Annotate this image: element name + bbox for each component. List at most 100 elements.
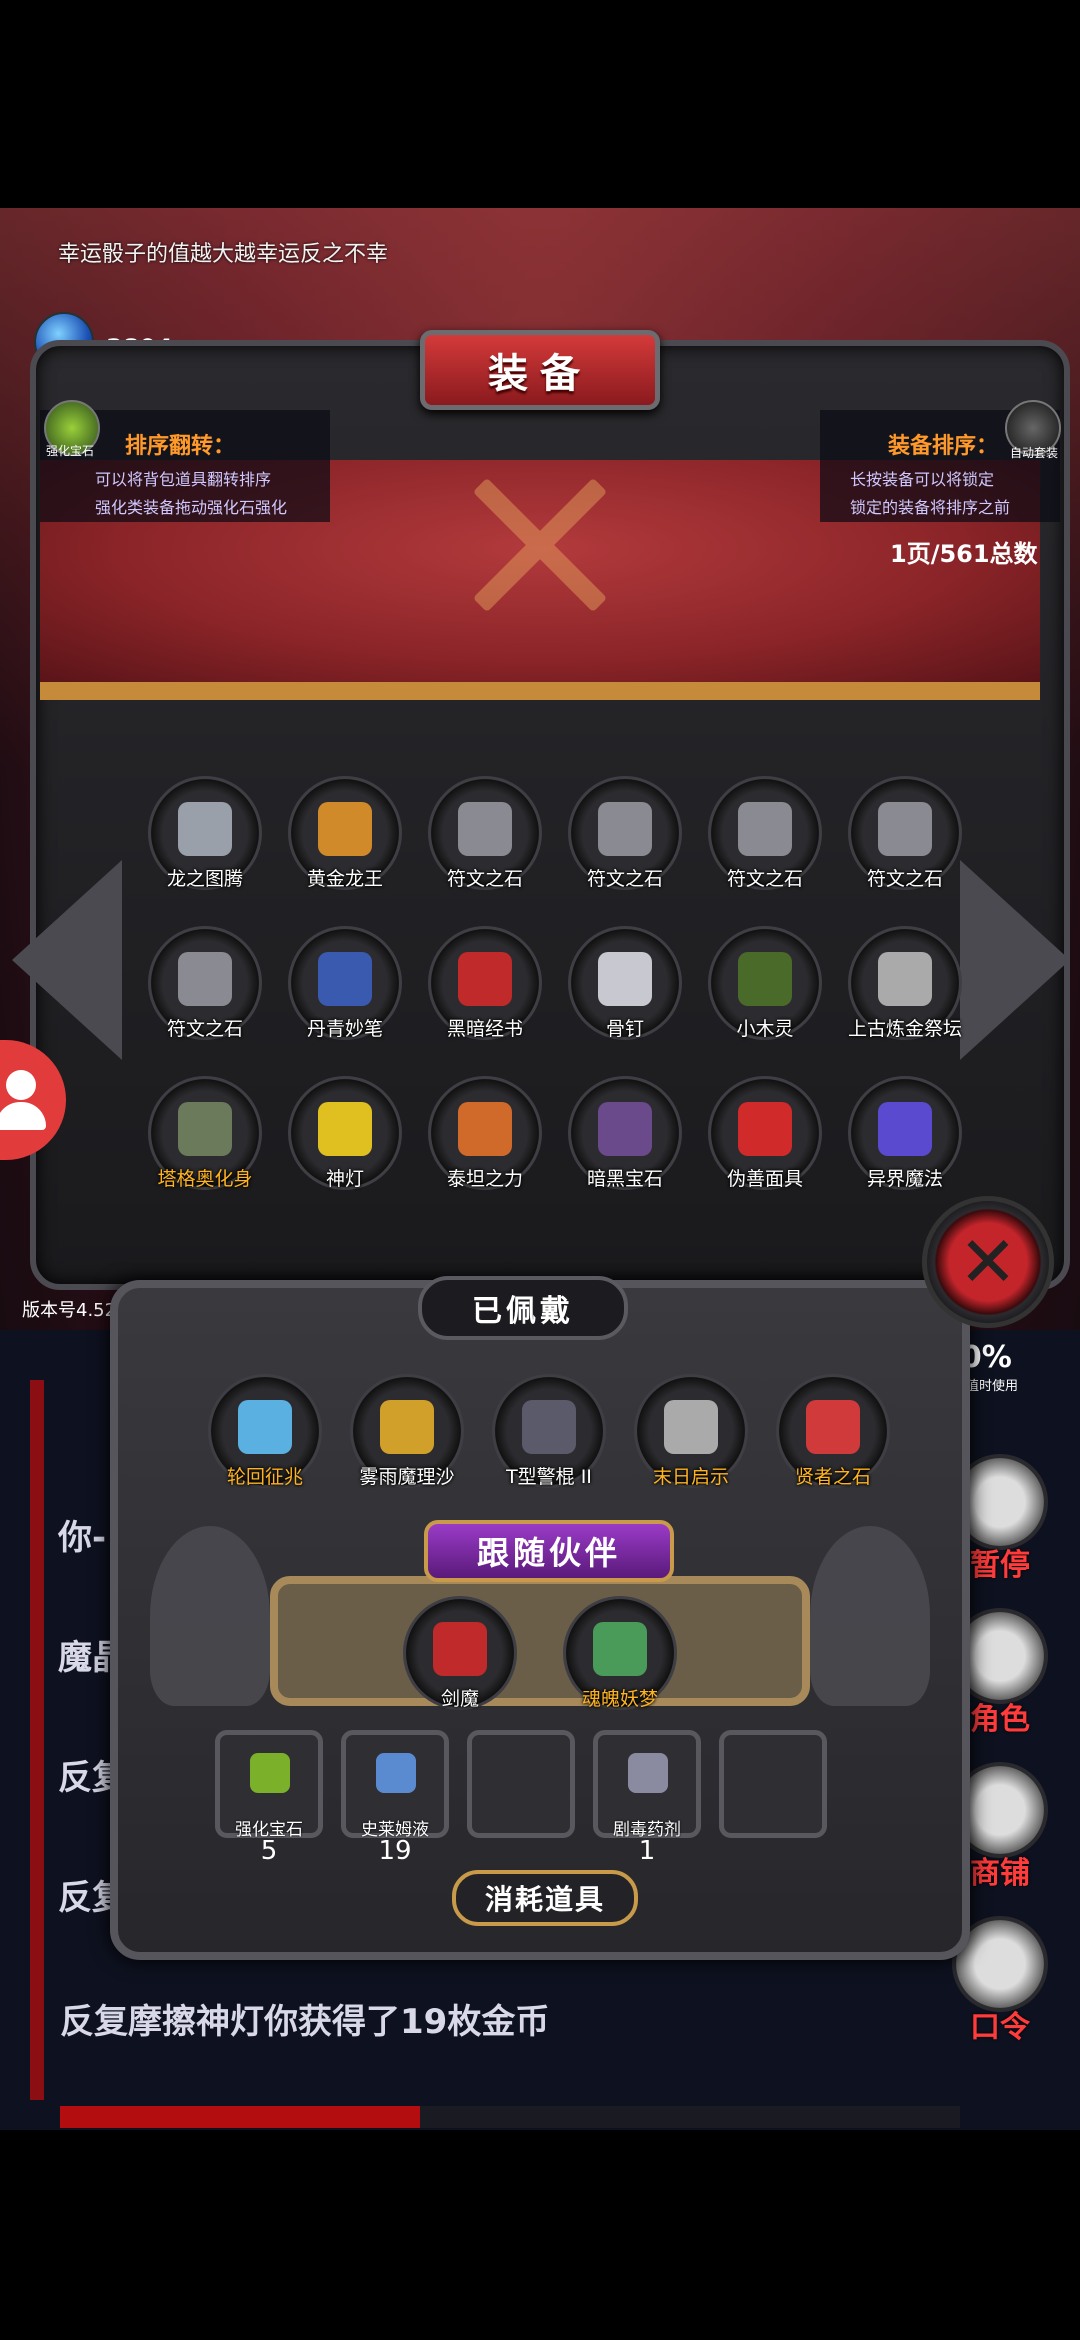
consumable-icon [250, 1753, 290, 1793]
item-icon [318, 802, 372, 856]
log-strip [30, 1380, 44, 2100]
consumable-slot[interactable] [719, 1730, 827, 1838]
item-icon [738, 952, 792, 1006]
inventory-item[interactable]: 符文之石 [140, 922, 270, 1052]
menu-label-code[interactable]: 口令 [952, 2002, 1048, 2046]
item-label: 黑暗经书 [446, 1018, 523, 1040]
item-icon [318, 1102, 372, 1156]
item-icon [598, 1102, 652, 1156]
close-icon: ✕ [958, 1221, 1018, 1303]
hint-icon-label: 自动套装 [1010, 446, 1059, 460]
item-icon [433, 1622, 487, 1676]
worn-item[interactable]: 轮回征兆 [200, 1370, 330, 1500]
inventory-item[interactable]: 龙之图腾 [140, 772, 270, 902]
inventory-item[interactable]: 塔格奥化身 [140, 1072, 270, 1202]
companion-frame [270, 1576, 810, 1706]
item-label: 泰坦之力 [446, 1168, 523, 1190]
item-label: 暗黑宝石 [586, 1168, 663, 1190]
item-icon [593, 1622, 647, 1676]
item-label: 雾雨魔理沙 [359, 1466, 455, 1488]
item-icon [738, 802, 792, 856]
consumable-icon [628, 1753, 668, 1793]
item-icon [380, 1400, 434, 1454]
consumable-count: 1 [638, 1836, 656, 1866]
worn-item[interactable]: T型警棍 II [484, 1370, 614, 1500]
item-label: 小木灵 [736, 1018, 794, 1040]
item-icon [458, 952, 512, 1006]
dragon-statue-icon [810, 1526, 930, 1706]
item-label: 剑魔 [440, 1688, 479, 1710]
consumables-title: 消耗道具 [484, 1883, 605, 1916]
user-icon [6, 1070, 36, 1100]
item-label: 魂魄妖梦 [581, 1688, 658, 1710]
inventory-item[interactable]: 异界魔法 [840, 1072, 970, 1202]
worn-title: 已佩戴 [472, 1294, 574, 1329]
item-icon [598, 802, 652, 856]
close-button[interactable]: ✕ [922, 1196, 1054, 1328]
consumable-icon [376, 1753, 416, 1793]
consumable-count: 19 [378, 1836, 412, 1866]
inventory-item[interactable]: 神灯 [280, 1072, 410, 1202]
item-icon [178, 802, 232, 856]
item-icon [318, 952, 372, 1006]
inventory-item[interactable]: 伪善面具 [700, 1072, 830, 1202]
item-label: 轮回征兆 [226, 1466, 303, 1488]
item-label: 符文之石 [866, 868, 943, 890]
user-icon-body [0, 1102, 46, 1130]
item-icon [878, 952, 932, 1006]
item-label: 伪善面具 [726, 1168, 803, 1190]
companion-item[interactable]: 剑魔 [395, 1592, 525, 1722]
consumable-slot[interactable]: 剧毒药剂 [593, 1730, 701, 1840]
panel-title-plate: 装备 [420, 330, 660, 410]
item-label: T型警棍 II [506, 1466, 592, 1488]
dice-tip: 幸运骰子的值越大越幸运反之不幸 [58, 242, 389, 267]
inventory-item[interactable]: 骨钉 [560, 922, 690, 1052]
item-icon [878, 1102, 932, 1156]
item-icon [522, 1400, 576, 1454]
hint-line: 长按装备可以将锁定 [850, 470, 995, 489]
item-label: 贤者之石 [794, 1466, 871, 1488]
inventory-item[interactable]: 泰坦之力 [420, 1072, 550, 1202]
version-label: 版本号4.52 [22, 1300, 117, 1321]
item-icon [878, 802, 932, 856]
consumable-slot[interactable]: 史莱姆液 [341, 1730, 449, 1840]
companion-title-plate: 跟随伙伴 [424, 1520, 674, 1582]
item-label: 骨钉 [605, 1018, 644, 1040]
worn-item[interactable]: 贤者之石 [768, 1370, 898, 1500]
panel-title: 装备 [488, 351, 592, 397]
item-label: 符文之石 [586, 868, 663, 890]
inventory-item[interactable]: 符文之石 [700, 772, 830, 902]
consumable-slot[interactable]: 强化宝石 [215, 1730, 323, 1840]
hint-line: 可以将背包道具翻转排序 [95, 470, 272, 489]
prev-page-arrow-icon[interactable] [12, 860, 122, 1060]
item-label: 符文之石 [726, 868, 803, 890]
inventory-item[interactable]: 符文之石 [840, 772, 970, 902]
hint-title: 排序翻转： [125, 434, 236, 459]
consumable-count: 5 [260, 1836, 278, 1866]
inventory-item[interactable]: 符文之石 [420, 772, 550, 902]
inventory-item[interactable]: 丹青妙笔 [280, 922, 410, 1052]
item-icon [178, 1102, 232, 1156]
page-count: 1页/561总数 [890, 540, 1038, 568]
inventory-item[interactable]: 黑暗经书 [420, 922, 550, 1052]
worn-item[interactable]: 末日启示 [626, 1370, 756, 1500]
item-label: 上古炼金祭坛 [847, 1018, 962, 1040]
log-line: 反复摩擦神灯你获得了19枚金币 [60, 2002, 550, 2042]
hint-title: 装备排序： [888, 434, 999, 459]
inventory-item[interactable]: 符文之石 [560, 772, 690, 902]
worn-item[interactable]: 雾雨魔理沙 [342, 1370, 472, 1500]
item-label: 龙之图腾 [166, 868, 243, 890]
companion-item[interactable]: 魂魄妖梦 [555, 1592, 685, 1722]
hint-icon-label: 强化宝石 [46, 444, 95, 458]
consumable-slot[interactable] [467, 1730, 575, 1838]
worn-items-row: 轮回征兆 雾雨魔理沙 T型警棍 II 末日启示 贤者之石 [200, 1370, 920, 1510]
dragon-statue-icon [150, 1526, 270, 1706]
inventory-item[interactable]: 小木灵 [700, 922, 830, 1052]
item-icon [738, 1102, 792, 1156]
item-label: 末日启示 [652, 1466, 729, 1488]
item-label: 塔格奥化身 [157, 1168, 253, 1190]
inventory-item[interactable]: 暗黑宝石 [560, 1072, 690, 1202]
inventory-item[interactable]: 黄金龙王 [280, 772, 410, 902]
item-icon [238, 1400, 292, 1454]
inventory-item[interactable]: 上古炼金祭坛 [840, 922, 970, 1052]
